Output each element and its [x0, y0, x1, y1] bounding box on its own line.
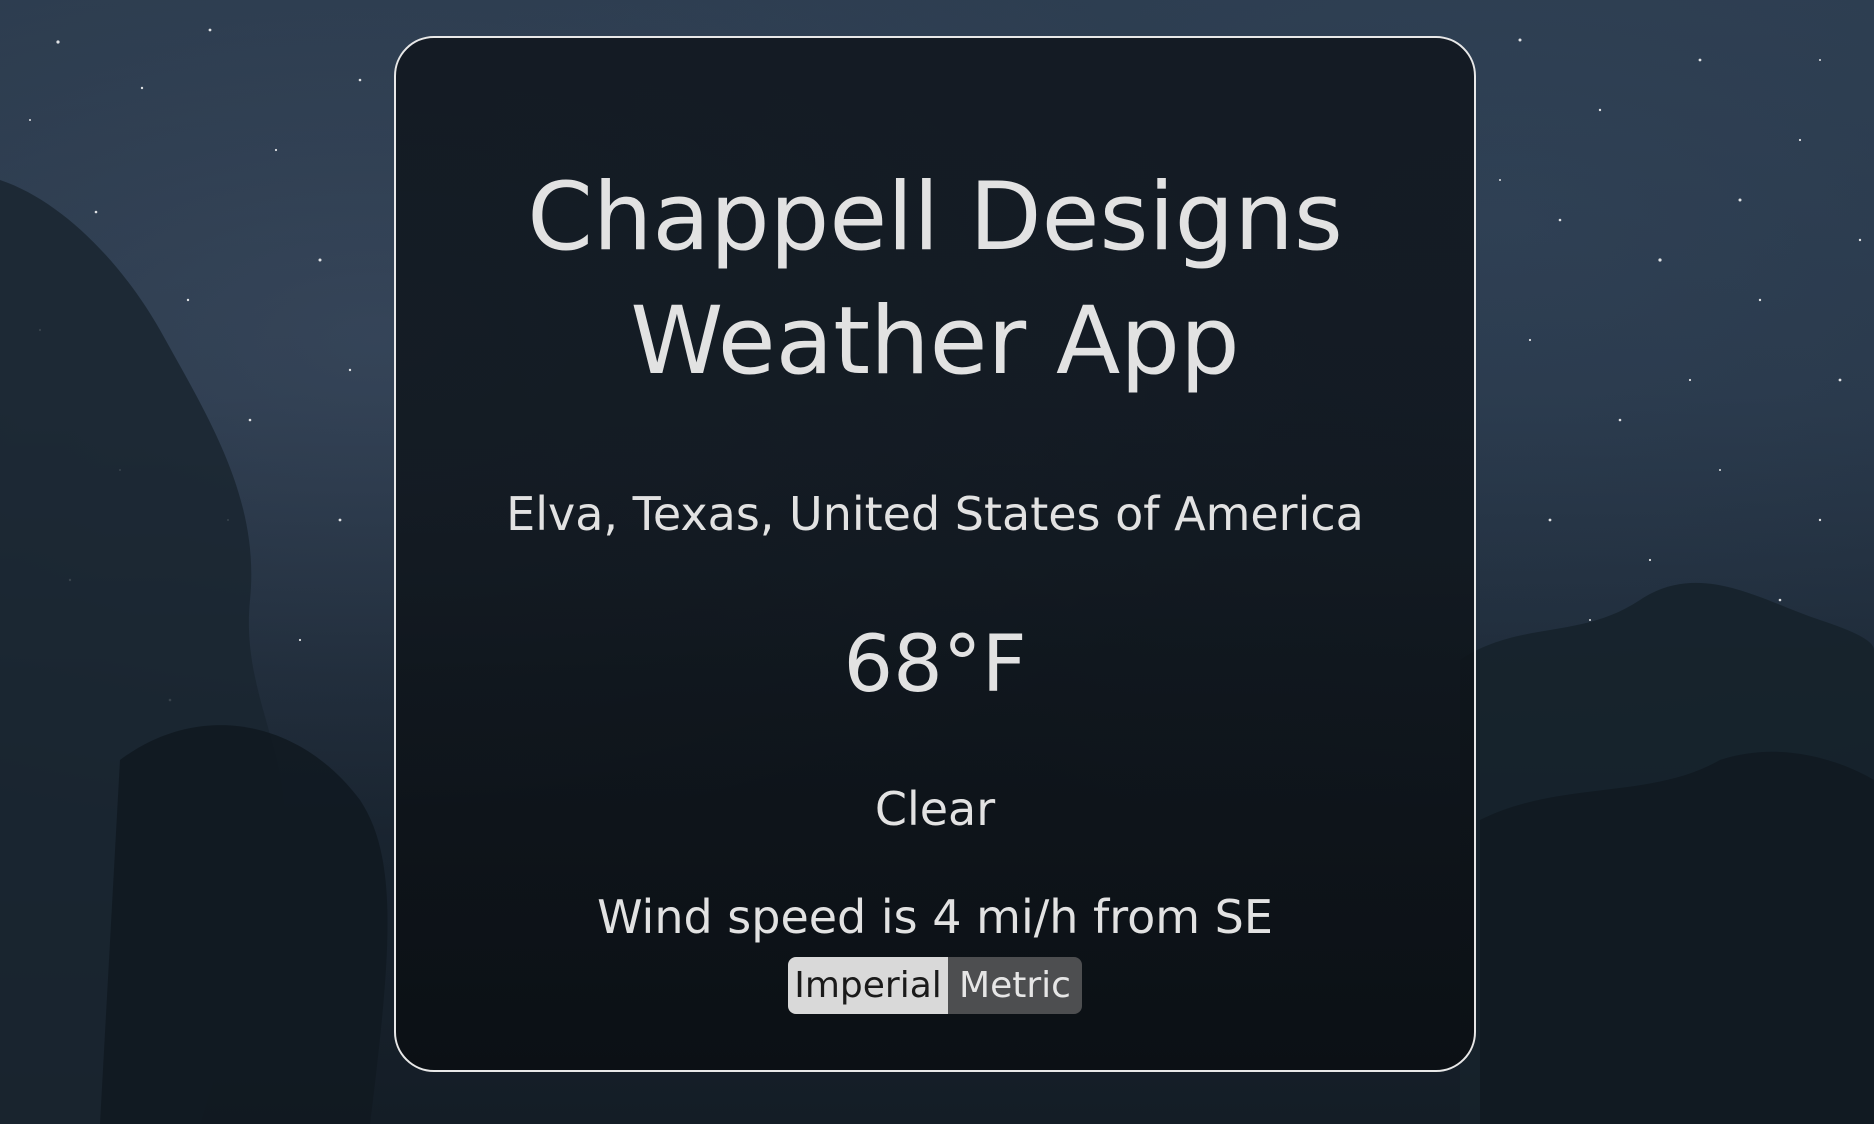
- app-title-line1: Chappell Designs: [527, 163, 1343, 272]
- location-text: Elva, Texas, United States of America: [506, 487, 1364, 541]
- units-toggle: Imperial Metric: [788, 957, 1082, 1014]
- weather-card: Chappell Designs Weather App Elva, Texas…: [394, 36, 1476, 1072]
- temperature-toggle-link[interactable]: 68°F: [396, 620, 1474, 710]
- app-title: Chappell Designs Weather App: [396, 156, 1474, 404]
- app-title-line2: Weather App: [630, 287, 1240, 396]
- night-sky-background: Chappell Designs Weather App Elva, Texas…: [0, 0, 1874, 1124]
- metric-button[interactable]: Metric: [948, 957, 1082, 1014]
- wind-description: Wind speed is 4 mi/h from SE: [597, 890, 1273, 944]
- imperial-button[interactable]: Imperial: [788, 957, 948, 1014]
- weather-condition: Clear: [874, 782, 996, 836]
